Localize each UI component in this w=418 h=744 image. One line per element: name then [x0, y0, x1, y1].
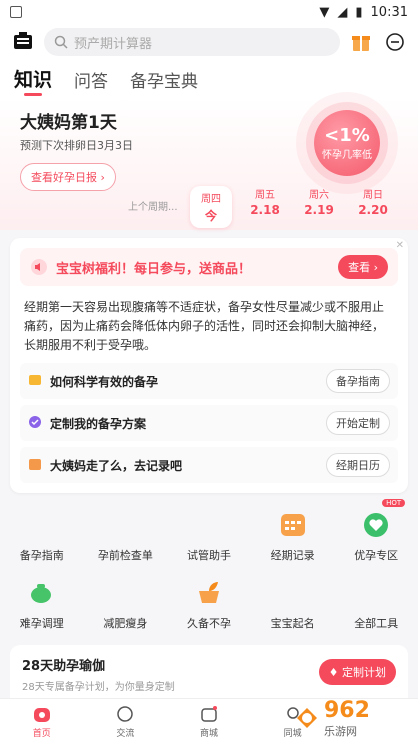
list-item[interactable]: 定制我的备孕方案 开始定制: [20, 405, 398, 441]
previous-cycle-label[interactable]: 上个周期...: [128, 198, 178, 213]
custom-plan-button[interactable]: ♦ 定制计划: [318, 659, 396, 685]
calendar-icon: [28, 456, 42, 475]
tool-item[interactable]: 难孕调理: [0, 573, 84, 631]
status-time: 10:31: [370, 4, 408, 20]
tips-card: ✕ 宝宝树福利！每日参与，送商品！ 查看 › 经期第一天容易出现腹痛等不适症状，…: [10, 238, 408, 493]
tip-paragraph: 经期第一天容易出现腹痛等不适症状，备孕女性尽量减少或不服用止痛药，因为止痛药会降…: [24, 300, 385, 352]
row-label: 定制我的备孕方案: [50, 416, 147, 431]
speaker-icon: [31, 259, 47, 275]
day-item[interactable]: 周四 今: [190, 186, 232, 228]
row-label: 如何科学有效的备孕: [50, 374, 159, 389]
message-icon[interactable]: [382, 29, 408, 55]
heart-tool-icon: HOT: [357, 499, 406, 543]
battery-icon: ▮: [355, 4, 363, 20]
promo-view-button[interactable]: 查看 ›: [338, 255, 388, 279]
status-bar: ▼ ◢ ▮ 10:31: [0, 0, 418, 24]
tool-item[interactable]: 全部工具: [334, 573, 418, 631]
list-item[interactable]: 大姨妈走了么，去记录吧 经期日历: [20, 447, 398, 483]
watermark-sub: 乐游网: [324, 724, 357, 738]
day-item[interactable]: 周日 2.20: [352, 186, 394, 228]
row-label: 大姨妈走了么，去记录吧: [50, 458, 183, 473]
notification-icon: [10, 6, 22, 18]
herb-tool-icon: [190, 573, 228, 611]
nav-shop[interactable]: 商城: [167, 699, 251, 744]
list-item[interactable]: 如何科学有效的备孕 备孕指南: [20, 363, 398, 399]
calendar-tool-icon: [274, 505, 312, 543]
checklist-tool-icon: [106, 505, 144, 543]
wifi-icon: ▼: [319, 4, 330, 20]
gift-icon[interactable]: [348, 29, 374, 55]
daily-report-button[interactable]: 查看好孕日报 ›: [20, 163, 116, 191]
hot-badge: HOT: [382, 499, 406, 507]
naming-tool-icon: [274, 573, 312, 611]
search-icon: [54, 35, 68, 49]
nav-community[interactable]: 交流: [84, 699, 168, 744]
tool-item[interactable]: 试管助手: [167, 505, 251, 563]
bag-icon: [201, 706, 217, 722]
chance-label: 怀孕几率低: [322, 150, 372, 161]
chance-value: <1%: [324, 125, 370, 146]
tool-item[interactable]: 孕前检查单: [84, 505, 168, 563]
top-bar: 预产期计算器: [0, 24, 418, 60]
day-strip: 周四 今 周五 2.18 周六 2.19 周日 2.20: [190, 186, 394, 228]
tools-grid: 备孕指南 孕前检查单 试管助手 经期记录 HOT 优孕专区 难孕调理 减肥瘦身 久…: [0, 499, 418, 631]
all-tools-icon: [357, 573, 395, 611]
tool-item[interactable]: 经期记录: [251, 505, 335, 563]
tool-item[interactable]: 久备不孕: [167, 573, 251, 631]
slim-tool-icon: [106, 573, 144, 611]
tab-bar: 知识 问答 备孕宝典: [0, 60, 418, 98]
day-item[interactable]: 周六 2.19: [298, 186, 340, 228]
check-icon: [28, 414, 42, 433]
watermark-brand: 962: [324, 697, 370, 723]
app-logo-icon[interactable]: [10, 29, 36, 55]
book-icon: [28, 372, 42, 391]
guide-button[interactable]: 备孕指南: [326, 369, 390, 393]
teapot-tool-icon: [23, 573, 61, 611]
signal-icon: ◢: [337, 4, 348, 20]
ivf-tool-icon: [190, 505, 228, 543]
nav-home[interactable]: 首页: [0, 699, 84, 744]
promo-text: 宝宝树福利！每日参与，送商品！: [56, 261, 252, 277]
chat-icon: [117, 706, 134, 722]
tool-item[interactable]: 备孕指南: [0, 505, 84, 563]
tool-item[interactable]: 减肥瘦身: [84, 573, 168, 631]
home-icon: [33, 708, 50, 722]
pregnancy-chance-ring[interactable]: <1% 怀孕几率低: [314, 110, 380, 176]
site-watermark: 962 乐游网: [294, 696, 412, 740]
search-placeholder: 预产期计算器: [74, 36, 153, 52]
day-item[interactable]: 周五 2.18: [244, 186, 286, 228]
tab-qa[interactable]: 问答: [74, 67, 108, 98]
watermark-logo-icon: [297, 708, 317, 728]
cycle-hero: 大姨妈第1天 预测下次排卵日3月3日 查看好孕日报 › <1% 怀孕几率低 上个…: [0, 98, 418, 230]
guide-tool-icon: [23, 505, 61, 543]
close-icon[interactable]: ✕: [396, 240, 404, 251]
promo-banner[interactable]: 宝宝树福利！每日参与，送商品！ 查看 ›: [20, 248, 398, 286]
period-calendar-button[interactable]: 经期日历: [326, 453, 390, 477]
tab-knowledge[interactable]: 知识: [14, 65, 52, 98]
tool-item[interactable]: 宝宝起名: [251, 573, 335, 631]
search-input[interactable]: 预产期计算器: [44, 28, 340, 56]
tool-item[interactable]: HOT 优孕专区: [334, 499, 418, 563]
tab-guide[interactable]: 备孕宝典: [130, 67, 198, 98]
customize-button[interactable]: 开始定制: [326, 411, 390, 435]
